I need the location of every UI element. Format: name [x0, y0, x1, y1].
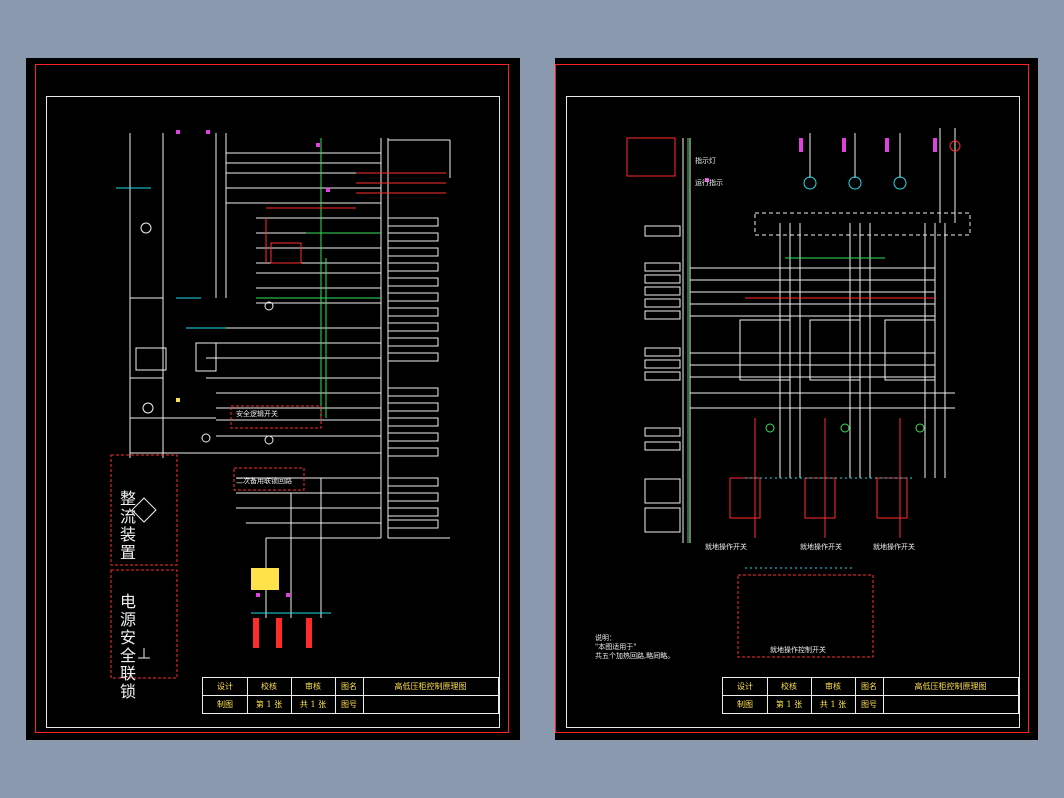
aux-circuit-label: 二次备用联锁回路 — [236, 477, 292, 485]
drawing-title: 高低压柜控制原理图 — [363, 678, 499, 695]
designer-cell: 设计 — [723, 678, 768, 695]
drawing-number-value — [883, 696, 1019, 713]
switch-1-label: 就地操作开关 — [705, 543, 747, 551]
drafter-cell: 制图 — [203, 696, 248, 713]
title-row-1: 设计 校核 审核 图名 高低压柜控制原理图 — [723, 678, 1019, 696]
title-row-2: 制图 第 1 张 共 1 张 图号 — [723, 696, 1019, 714]
switch-3-label: 就地操作开关 — [873, 543, 915, 551]
left-title-block: 设计 校核 审核 图名 高低压柜控制原理图 制图 第 1 张 共 1 张 图号 — [202, 677, 499, 714]
designer-cell: 设计 — [203, 678, 248, 695]
sheet-number-cell: 第 1 张 — [247, 696, 292, 713]
checker-cell: 校核 — [767, 678, 812, 695]
drafter-cell: 制图 — [723, 696, 768, 713]
checker-cell: 校核 — [247, 678, 292, 695]
title-row-1: 设计 校核 审核 图名 高低压柜控制原理图 — [203, 678, 499, 696]
drawing-name-label: 图名 — [335, 678, 364, 695]
note-line-2: 共五个加热回路,略同略。 — [595, 652, 675, 660]
drawing-name-label: 图名 — [855, 678, 884, 695]
switch-2-label: 就地操作开关 — [800, 543, 842, 551]
drawing-title: 高低压柜控制原理图 — [883, 678, 1019, 695]
rectifier-label: 整流装置 — [117, 490, 136, 562]
right-schematic-lines — [626, 128, 971, 658]
left-drawing-sheet: 整流装置 电源安全联锁 安全逻辑开关 二次备用联锁回路 设计 校核 审核 图名 … — [26, 58, 520, 740]
title-row-2: 制图 第 1 张 共 1 张 图号 — [203, 696, 499, 714]
logic-switch-label: 安全逻辑开关 — [236, 410, 278, 418]
right-drawing-sheet: 运行指示 指示灯 说明： "本图适用于" 共五个加热回路,略同略。 就地操作控制… — [555, 58, 1038, 740]
reviewer-cell: 审核 — [811, 678, 856, 695]
status-indicator-label: 运行指示 — [695, 179, 723, 187]
reviewer-cell: 审核 — [291, 678, 336, 695]
sheet-total-cell: 共 1 张 — [811, 696, 856, 713]
control-box-label: 就地操作控制开关 — [770, 646, 826, 654]
sheet-number-cell: 第 1 张 — [767, 696, 812, 713]
drawing-number-label: 图号 — [855, 696, 884, 713]
right-title-block: 设计 校核 审核 图名 高低压柜控制原理图 制图 第 1 张 共 1 张 图号 — [722, 677, 1019, 714]
left-schematic-lines — [110, 130, 451, 679]
drawing-number-label: 图号 — [335, 696, 364, 713]
sheet-total-cell: 共 1 张 — [291, 696, 336, 713]
safety-interlock-label: 电源安全联锁 — [117, 593, 136, 701]
indicator-lamp-label: 指示灯 — [695, 157, 716, 165]
drawing-number-value — [363, 696, 499, 713]
